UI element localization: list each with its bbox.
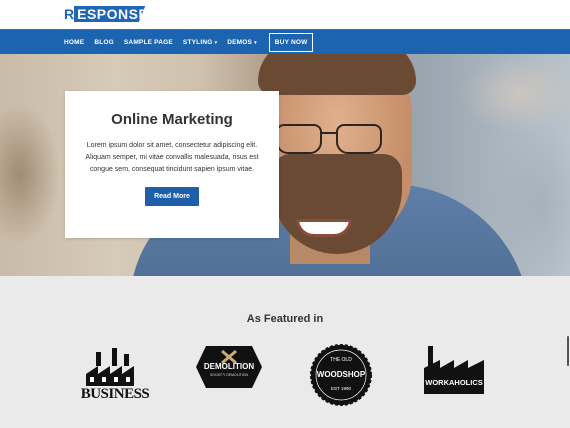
business-logo[interactable]: BUSINESS (80, 346, 150, 410)
featured-section: As Featured in BUSINESS DEMOLITION SOCIE… (0, 276, 570, 428)
glasses-bridge (322, 132, 336, 134)
chevron-down-icon: ▾ (254, 39, 257, 46)
demolition-subtext: SOCIETY DEMOLITION (209, 373, 249, 377)
logo-letter: R (64, 6, 75, 22)
workaholics-text: WORKAHOLICS (425, 378, 483, 387)
glasses-graphic (276, 124, 386, 164)
woodshop-top: THE OLD (330, 357, 352, 363)
buy-now-button[interactable]: BUY NOW (268, 33, 314, 52)
nav-item-label: STYLING (182, 39, 213, 46)
right-lens (336, 124, 382, 154)
demolition-text: DEMOLITION (203, 362, 255, 371)
featured-title: As Featured in (246, 313, 324, 325)
nav-item-label: HOME (64, 39, 85, 46)
logo-text: ESPONSE (77, 6, 149, 22)
woodshop-text: WOODSHOP (316, 370, 366, 379)
nav-item-label: DEMOS (227, 39, 253, 46)
read-more-button[interactable]: Read More (145, 187, 199, 206)
nav-item-home[interactable]: HOME (64, 39, 84, 46)
nav-menu: HOME BLOG SAMPLE PAGE STYLING ▾ DEMOS ▾ BU… (64, 30, 323, 55)
left-lens (276, 124, 322, 154)
workaholics-logo[interactable]: WORKAHOLICS (424, 346, 484, 398)
site-logo[interactable]: R ESPONSE (64, 6, 148, 22)
nav-item-label: BLOG (94, 39, 114, 46)
chevron-down-icon: ▾ (214, 39, 218, 46)
page-scrollbar[interactable] (566, 0, 570, 428)
business-text: BUSINESS (80, 386, 150, 402)
hero-person-hair (258, 54, 416, 95)
nav-item-blog[interactable]: BLOG (94, 39, 114, 46)
nav-item-label: SAMPLE PAGE (123, 39, 173, 46)
factory-icon (424, 346, 484, 394)
main-navigation: HOME BLOG SAMPLE PAGE STYLING ▾ DEMOS ▾ BU… (0, 29, 570, 54)
woodshop-logo[interactable]: THE OLD WOODSHOP EST 1990 (310, 344, 372, 406)
hero-card: Online Marketing Lorem ipsum dolor sit a… (65, 91, 279, 238)
hero-text: Lorem ipsum dolor sit amet, consectetur … (85, 142, 259, 173)
top-header: R ESPONSE (0, 0, 570, 29)
nav-item-sample-page[interactable]: SAMPLE PAGE (124, 39, 173, 46)
nav-item-styling[interactable]: STYLING ▾ (183, 39, 217, 46)
demolition-logo[interactable]: DEMOLITION SOCIETY DEMOLITION (196, 346, 262, 388)
scrollbar-thumb[interactable] (567, 336, 569, 366)
woodshop-bottom: EST 1990 (331, 386, 351, 391)
hero-title: Online Marketing (111, 111, 233, 128)
nav-item-demos[interactable]: DEMOS ▾ (227, 39, 257, 46)
